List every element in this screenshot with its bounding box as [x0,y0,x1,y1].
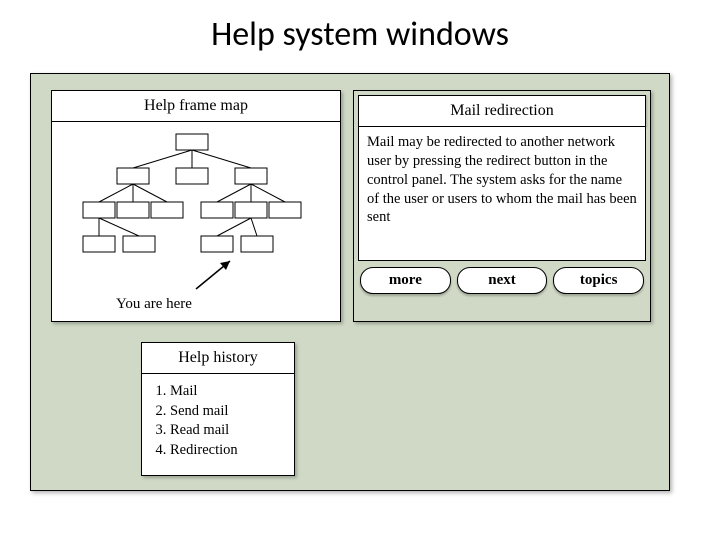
list-item: Read mail [170,421,288,441]
redirection-buttons: more next topics [360,267,644,294]
redirection-body-text: Mail may be redirected to another networ… [358,127,646,261]
list-item: Redirection [170,441,288,461]
topics-button[interactable]: topics [553,267,644,294]
history-list: Mail Send mail Read mail Redirection [142,374,294,468]
more-button[interactable]: more [360,267,451,294]
help-frame-map-panel: Help frame map [51,90,341,322]
next-button[interactable]: next [457,267,548,294]
mail-redirection-panel: Mail redirection Mail may be redirected … [353,90,651,322]
list-item: Mail [170,382,288,402]
frame-map-title: Help frame map [52,91,340,122]
list-item: Send mail [170,402,288,422]
help-history-panel: Help history Mail Send mail Read mail Re… [141,342,295,476]
redirection-title: Mail redirection [358,95,646,127]
you-are-here-label: You are here [116,296,192,313]
diagram-canvas: Help frame map [30,73,670,491]
page-title: Help system windows [0,0,720,63]
history-title: Help history [142,343,294,374]
pointer-arrow-icon [190,255,250,295]
